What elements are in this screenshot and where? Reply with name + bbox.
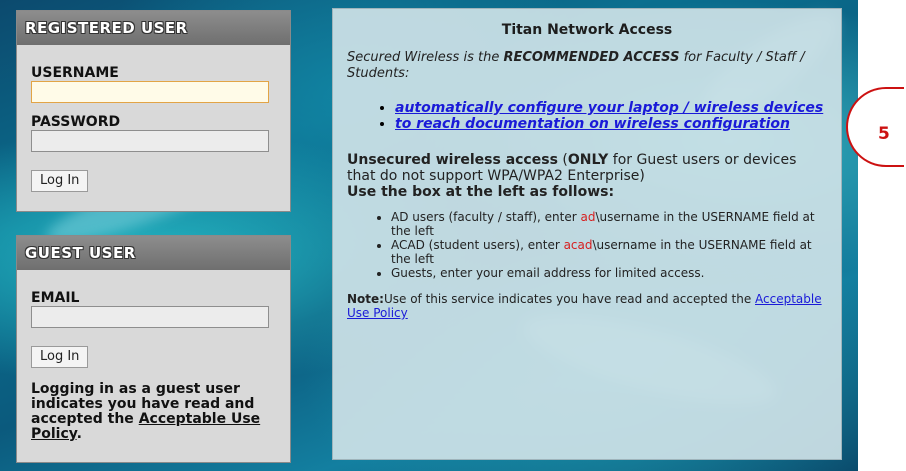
guests-text: Guests, enter your email address for lim…	[391, 266, 705, 280]
documentation-link[interactable]: to reach documentation on wireless confi…	[395, 116, 790, 132]
only-text: ONLY	[567, 152, 609, 168]
note-label: Note:	[347, 292, 384, 306]
list-item: Guests, enter your email address for lim…	[391, 266, 827, 280]
registered-user-header: REGISTERED USER	[17, 11, 290, 45]
list-item: AD users (faculty / staff), enter ad\use…	[391, 210, 827, 238]
secured-intro: Secured Wireless is the RECOMMENDED ACCE…	[347, 50, 827, 82]
note-text: Use of this service indicates you have r…	[383, 292, 756, 306]
guest-note-end: .	[76, 426, 82, 442]
info-panel: Titan Network Access Secured Wireless is…	[332, 8, 842, 460]
intro-text-a: Secured Wireless is the	[347, 50, 504, 65]
recommended-access: RECOMMENDED ACCESS	[503, 50, 680, 65]
guest-note: Logging in as a guest user indicates you…	[31, 382, 286, 442]
ad-prefix: ad	[580, 210, 596, 224]
password-input[interactable]	[31, 130, 269, 152]
acad-text-a: ACAD (student users), enter	[391, 238, 564, 252]
unsecured-heading: Unsecured wireless access	[347, 152, 558, 168]
password-label: PASSWORD	[31, 114, 121, 130]
unsecured-access-text: Unsecured wireless access (ONLY for Gues…	[347, 152, 827, 200]
registered-login-button[interactable]: Log In	[31, 170, 89, 192]
guest-user-header: GUEST USER	[17, 236, 290, 270]
email-input[interactable]	[31, 306, 269, 328]
guest-user-panel: GUEST USER EMAIL Log In Logging in as a …	[16, 235, 291, 463]
email-label: EMAIL	[31, 290, 80, 306]
list-item: automatically configure your laptop / wi…	[395, 100, 827, 116]
unsec-paren: (	[557, 152, 568, 168]
acad-prefix: acad	[563, 238, 593, 252]
instructions-list: AD users (faculty / staff), enter ad\use…	[347, 210, 827, 280]
ad-text-a: AD users (faculty / staff), enter	[391, 210, 581, 224]
username-input[interactable]	[31, 81, 269, 103]
info-title: Titan Network Access	[501, 22, 673, 38]
list-item: ACAD (student users), enter acad\usernam…	[391, 238, 827, 266]
policy-note: Note:Use of this service indicates you h…	[347, 292, 827, 320]
username-label: USERNAME	[31, 65, 119, 81]
list-item: to reach documentation on wireless confi…	[395, 116, 827, 132]
guest-login-button[interactable]: Log In	[31, 346, 89, 368]
secured-links-list: automatically configure your laptop / wi…	[347, 100, 827, 132]
auto-configure-link[interactable]: automatically configure your laptop / wi…	[395, 100, 823, 116]
annotation-number: 5	[878, 124, 890, 144]
registered-user-panel: REGISTERED USER USERNAME PASSWORD Log In	[16, 10, 291, 212]
use-box-heading: Use the box at the left as follows:	[347, 184, 615, 200]
